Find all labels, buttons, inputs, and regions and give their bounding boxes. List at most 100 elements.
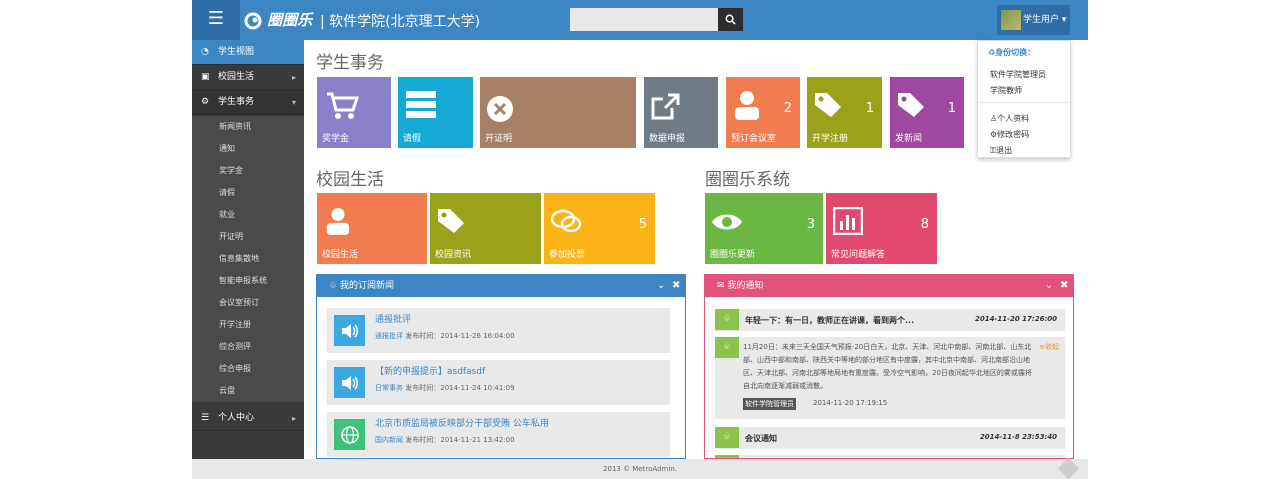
top-header: ☰ 圈圈乐 | 软件学院(北京理工大学) 学生用户 ▾ <box>192 0 1088 40</box>
news-meta: 日常事务 发布时间：2014-11-24 10:41:09 <box>375 383 515 393</box>
gears-icon: ⚙ <box>201 97 210 107</box>
avatar <box>1001 10 1021 30</box>
tile-label: 开证明 <box>485 134 513 144</box>
sidebar-item-label: 学生视图 <box>218 47 255 57</box>
eye-icon <box>712 214 742 230</box>
tile-data-report[interactable]: 数据申报 <box>644 77 718 148</box>
collapse-icon[interactable]: ⌄ <box>1045 275 1053 297</box>
list-item: 通报批评 通报批评 发布时间：2014-11-26 16:04:00 <box>327 308 670 353</box>
news-panel-title: 我的订阅新闻 <box>339 281 394 291</box>
tile-label: 圈圈乐更新 <box>710 250 756 260</box>
tile-count: 1 <box>865 101 874 116</box>
sidebar-subitem[interactable]: 奖学金 <box>192 160 304 182</box>
role-admin-item[interactable]: 软件学院管理员 <box>990 69 1046 80</box>
volume-icon <box>334 315 365 346</box>
notice-title: 年轻一下：有一日，教师正在讲课，看到两个... <box>745 316 915 325</box>
sidebar-subitem[interactable]: 新闻资讯 <box>192 116 304 138</box>
news-title-link[interactable]: 【新的申报提示】asdfasdf <box>375 364 485 377</box>
collapse-icon[interactable]: ⌄ <box>657 275 665 297</box>
notice-time: 2014-11-8 23:53:40 <box>979 433 1057 441</box>
user-menu-button[interactable]: 学生用户 ▾ <box>997 5 1070 35</box>
tile-registration[interactable]: 1 开学注册 <box>807 77 882 148</box>
publish-time: 2014-11-24 10:41:09 <box>440 384 515 392</box>
sidebar-subitem[interactable]: 云盘 <box>192 380 304 402</box>
sidebar-item-student-view[interactable]: ◔ 学生视图 <box>192 40 304 65</box>
tags-icon <box>898 93 924 117</box>
logo-icon <box>244 12 262 29</box>
close-icon[interactable]: ✖ <box>1060 275 1068 297</box>
search-icon <box>725 14 736 25</box>
sidebar-item-personal-center[interactable]: ☰ 个人中心 ▸ <box>192 406 304 431</box>
comments-icon <box>550 209 582 233</box>
notice-title: 会议通知 <box>745 434 777 443</box>
section-title-campus-life: 校园生活 <box>316 170 384 190</box>
go-top-icon[interactable] <box>1057 457 1080 479</box>
app-frame: ☰ 圈圈乐 | 软件学院(北京理工大学) 学生用户 ▾ ♻身份切换： 软件学院管… <box>192 0 1088 479</box>
tile-campus-life[interactable]: 校园生活 <box>317 193 427 264</box>
tile-faq[interactable]: 8 常见问题解答 <box>826 193 937 264</box>
news-title-link[interactable]: 北京市质监局被反映部分干部受贿 公车私用 <box>375 416 549 429</box>
dashboard-icon: ◔ <box>201 47 209 57</box>
tile-certificate[interactable]: 开证明 <box>480 77 636 148</box>
tile-vote[interactable]: 5 参加投票 <box>544 193 655 264</box>
profile-item[interactable]: ♙个人资料 <box>990 113 1029 124</box>
hamburger-icon: ☰ <box>207 8 225 29</box>
copyright-text: 2013 © MetroAdmin. <box>603 465 677 473</box>
sidebar-item-campus-life[interactable]: ▣ 校园生活 ▸ <box>192 65 304 90</box>
globe-icon <box>334 419 365 450</box>
notice-time: 2014-11-20 17:19:15 <box>813 399 888 407</box>
sidebar-subitem[interactable]: 智能申报系统 <box>192 270 304 292</box>
tile-system-update[interactable]: 3 圈圈乐更新 <box>705 193 823 264</box>
sidebar-subitem[interactable]: 会议室预订 <box>192 292 304 314</box>
publish-time-label: 发布时间： <box>405 436 441 444</box>
sidebar-subitem[interactable]: 信息集散地 <box>192 248 304 270</box>
news-meta: 国内新闻 发布时间：2014-11-21 13:42:00 <box>375 435 515 445</box>
tile-campus-news[interactable]: 校园资讯 <box>430 193 541 264</box>
news-category-link[interactable]: 日常事务 <box>375 384 403 392</box>
logo[interactable]: 圈圈乐 <box>244 9 314 33</box>
search-button[interactable] <box>718 8 743 31</box>
notice-panel-title: 我的通知 <box>727 281 764 291</box>
publish-time: 2014-11-26 16:04:00 <box>440 332 515 340</box>
sidebar-item-label: 校园生活 <box>218 72 255 82</box>
tile-label: 校园资讯 <box>435 250 472 260</box>
search-input[interactable] <box>570 8 718 31</box>
sidebar-subitem[interactable]: 开学注册 <box>192 314 304 336</box>
sidebar-subitem[interactable]: 开证明 <box>192 226 304 248</box>
notice-panel-header: ✉ 我的通知 <box>705 275 1073 297</box>
news-title-link[interactable]: 通报批评 <box>375 312 411 325</box>
notice-item[interactable]: ♧ 会议通知 2014-11-8 23:53:40 <box>715 427 1065 449</box>
sidebar-subitem[interactable]: 综合申报 <box>192 358 304 380</box>
news-category-link[interactable]: 国内新闻 <box>375 436 403 444</box>
tile-label: 预订会议室 <box>731 134 777 144</box>
sidebar-subitem[interactable]: 请假 <box>192 182 304 204</box>
logo-text: 圈圈乐 <box>267 11 313 29</box>
tile-scholarship[interactable]: 奖学金 <box>317 77 391 148</box>
tile-label: 数据申报 <box>649 134 686 144</box>
tile-post-news[interactable]: 1 发新闻 <box>890 77 964 148</box>
notice-body: 11月20日：未来三天全国天气预报-20日白天，北京、天津、河北中南部、河南北部… <box>743 343 1032 390</box>
change-password-item[interactable]: ⚙修改密码 <box>990 129 1029 140</box>
notice-panel: ✉ 我的通知 ⌄ ✖ ♧ 年轻一下：有一日，教师正在讲课，看到两个... 201… <box>704 274 1074 459</box>
sidebar-subitem[interactable]: 综合测评 <box>192 336 304 358</box>
sidebar-item-label: 学生事务 <box>218 97 255 107</box>
notice-item[interactable]: ♧ 年轻一下：有一日，教师正在讲课，看到两个... 2014-11-20 17:… <box>715 309 1065 331</box>
news-category-link[interactable]: 通报批评 <box>375 332 403 340</box>
menu-toggle-button[interactable]: ☰ <box>192 0 240 40</box>
tags-icon <box>438 209 464 233</box>
tile-label: 开学注册 <box>812 134 849 144</box>
sidebar-item-student-affairs[interactable]: ⚙ 学生事务 ▾ <box>192 90 304 115</box>
close-icon[interactable]: ✖ <box>672 275 680 297</box>
sidebar-subitem[interactable]: 通知 <box>192 138 304 160</box>
tile-leave[interactable]: 请假 <box>398 77 473 148</box>
role-teacher-item[interactable]: 学院教师 <box>990 85 1022 96</box>
user-icon <box>326 208 350 235</box>
tile-count: 2 <box>783 101 792 116</box>
comments-icon: ✉ <box>717 281 725 291</box>
tile-count: 1 <box>947 101 956 116</box>
collapse-link[interactable]: ≡收起 <box>1039 342 1059 352</box>
list-item: 【新的申报提示】asdfasdf 日常事务 发布时间：2014-11-24 10… <box>327 360 670 405</box>
tile-book-meeting-room[interactable]: 2 预订会议室 <box>726 77 800 148</box>
sidebar-subitem[interactable]: 就业 <box>192 204 304 226</box>
logout-item[interactable]: ⚿退出 <box>990 145 1012 156</box>
